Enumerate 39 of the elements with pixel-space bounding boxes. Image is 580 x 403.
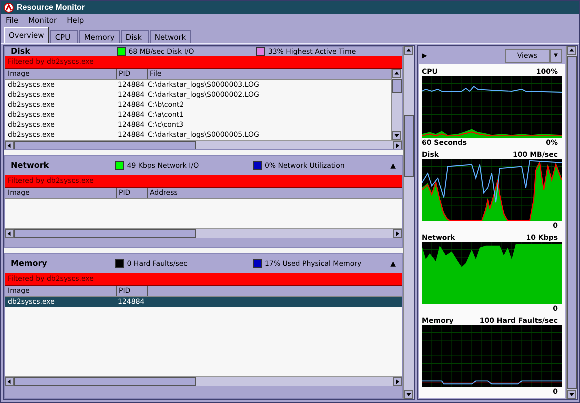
horizontal-scrollbar[interactable]	[5, 140, 402, 150]
section-title: Memory	[11, 259, 48, 268]
section-title: Network	[11, 161, 50, 170]
left-triangle-icon	[6, 230, 12, 237]
scroll-right-button[interactable]	[393, 141, 402, 150]
scroll-up-button[interactable]	[567, 46, 576, 55]
scrollbar-thumb[interactable]	[404, 115, 414, 177]
right-triangle-icon	[394, 378, 400, 385]
scroll-down-button[interactable]	[567, 390, 576, 399]
list-scrollbar[interactable]	[391, 69, 402, 140]
scrollbar-thumb[interactable]	[392, 79, 402, 93]
vertical-scrollbar[interactable]	[403, 46, 414, 399]
left-triangle-icon	[6, 378, 12, 385]
scroll-up-button[interactable]	[404, 46, 413, 55]
horizontal-scrollbar[interactable]	[5, 376, 402, 386]
scroll-left-button[interactable]	[5, 229, 14, 238]
scroll-right-button[interactable]	[393, 229, 402, 238]
down-triangle-icon	[394, 132, 400, 138]
up-triangle-icon	[406, 48, 412, 54]
window-title: Resource Monitor	[17, 3, 86, 12]
scroll-up-button[interactable]	[392, 69, 401, 78]
left-triangle-icon	[6, 142, 12, 148]
scrollbar-thumb[interactable]	[14, 377, 196, 386]
scroll-right-button[interactable]	[393, 377, 402, 386]
horizontal-scrollbar[interactable]	[5, 228, 402, 238]
scroll-left-button[interactable]	[5, 377, 14, 386]
section-title: Disk	[11, 47, 32, 56]
down-triangle-icon	[568, 392, 574, 398]
down-triangle-icon	[406, 392, 412, 398]
scroll-down-button[interactable]	[392, 131, 401, 140]
app-icon	[4, 2, 14, 12]
up-triangle-icon	[394, 70, 400, 76]
right-triangle-icon	[394, 230, 400, 237]
scrollbar-thumb[interactable]	[14, 229, 196, 238]
scroll-down-button[interactable]	[404, 390, 413, 399]
scroll-left-button[interactable]	[5, 141, 14, 150]
scrollbar-thumb[interactable]	[14, 141, 196, 150]
right-triangle-icon	[394, 142, 400, 148]
up-triangle-icon	[568, 48, 574, 54]
